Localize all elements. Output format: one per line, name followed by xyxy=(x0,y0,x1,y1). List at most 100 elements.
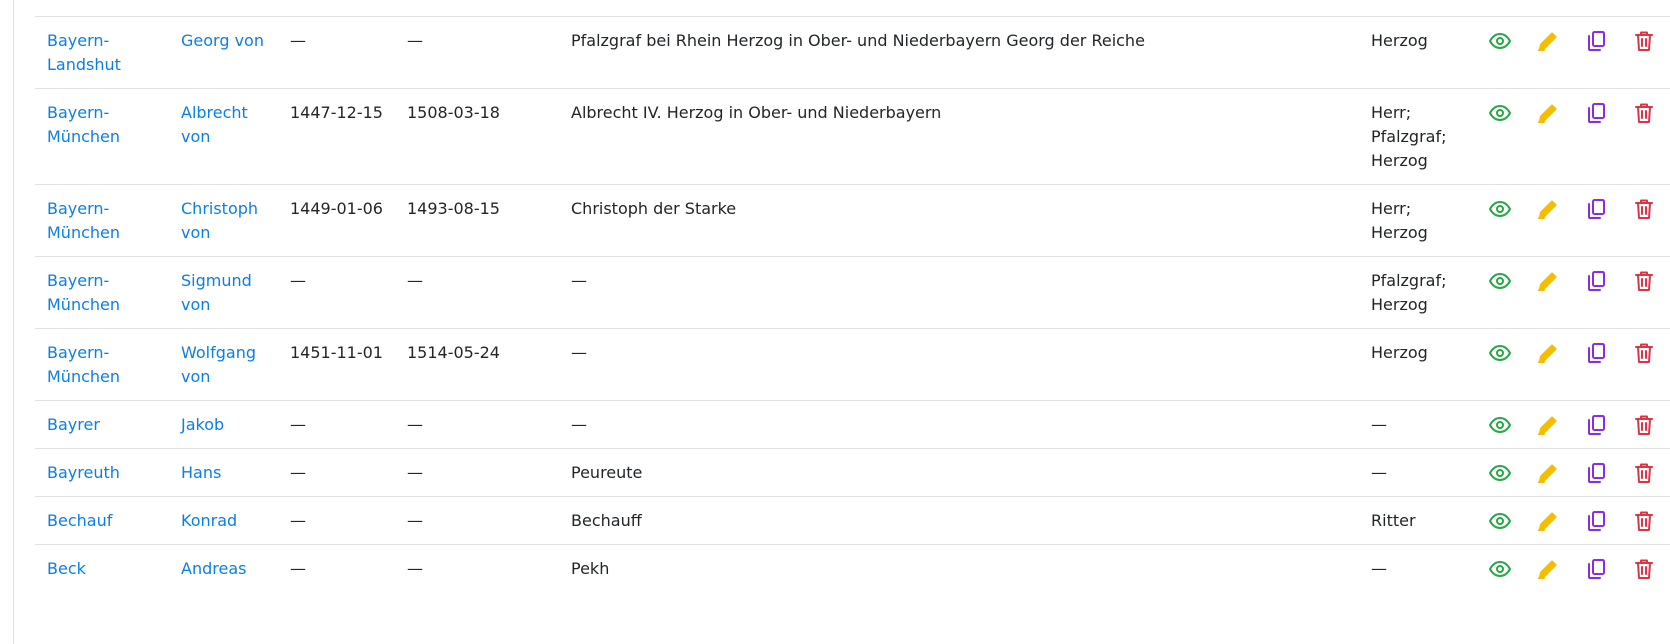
delete-button[interactable] xyxy=(1632,509,1656,533)
edit-button[interactable] xyxy=(1536,29,1560,53)
family-name-link[interactable]: Bayern-Landshut xyxy=(47,31,121,74)
edit-button[interactable] xyxy=(1536,197,1560,221)
title-cell-cell: Herr; Herzog xyxy=(1359,184,1476,257)
eye-icon xyxy=(1488,269,1512,293)
view-button[interactable] xyxy=(1488,101,1512,125)
title-cell: Herr; Pfalzgraf; Herzog xyxy=(1371,103,1447,170)
delete-button[interactable] xyxy=(1632,197,1656,221)
row-actions xyxy=(1476,256,1670,329)
delete-button[interactable] xyxy=(1632,101,1656,125)
copy-button[interactable] xyxy=(1584,29,1608,53)
given-name-link[interactable]: Jakob xyxy=(181,415,224,434)
pencil-icon xyxy=(1536,197,1560,221)
title-cell-cell: Herzog xyxy=(1359,16,1476,89)
family-name-link[interactable]: Bayern-München xyxy=(47,103,120,146)
view-button[interactable] xyxy=(1488,197,1512,221)
birth-date: 1447-12-15 xyxy=(290,103,383,122)
edit-button[interactable] xyxy=(1536,101,1560,125)
family-name-link[interactable]: Bayern-München xyxy=(47,199,120,242)
family-name-link-cell: Bayern-München xyxy=(35,88,169,185)
row-actions xyxy=(1476,184,1670,257)
name-variants: Pfalzgraf bei Rhein Herzog in Ober- und … xyxy=(571,31,1145,50)
title-cell-cell: Herzog xyxy=(1359,328,1476,401)
delete-button[interactable] xyxy=(1632,557,1656,581)
copy-button[interactable] xyxy=(1584,557,1608,581)
birth-date: — xyxy=(290,463,306,482)
copy-button[interactable] xyxy=(1584,197,1608,221)
given-name-link-cell: Georg von xyxy=(169,16,278,89)
given-name-link[interactable]: Andreas xyxy=(181,559,246,578)
name-variants-cell: Peureute xyxy=(559,448,1359,497)
pencil-icon xyxy=(1536,29,1560,53)
view-button[interactable] xyxy=(1488,269,1512,293)
edit-button[interactable] xyxy=(1536,509,1560,533)
edit-button[interactable] xyxy=(1536,557,1560,581)
delete-button[interactable] xyxy=(1632,461,1656,485)
edit-button[interactable] xyxy=(1536,461,1560,485)
row-actions xyxy=(1476,16,1670,89)
family-name-link[interactable]: Bechauf xyxy=(47,511,112,530)
family-name-link[interactable]: Bayrer xyxy=(47,415,100,434)
delete-button[interactable] xyxy=(1632,341,1656,365)
given-name-link[interactable]: Hans xyxy=(181,463,221,482)
birth-date-cell: — xyxy=(278,496,395,545)
family-name-link[interactable]: Beck xyxy=(47,559,86,578)
death-date-cell: — xyxy=(395,256,559,329)
birth-date-cell: — xyxy=(278,448,395,497)
view-button[interactable] xyxy=(1488,29,1512,53)
given-name-link[interactable]: Georg von xyxy=(181,31,264,50)
death-date: 1508-03-18 xyxy=(407,103,500,122)
eye-icon xyxy=(1488,557,1512,581)
death-date: — xyxy=(407,463,423,482)
family-name-link[interactable]: Bayern-München xyxy=(47,343,120,386)
row-actions xyxy=(1476,88,1670,185)
family-name-link-cell: Bayrer xyxy=(35,400,169,449)
copy-button[interactable] xyxy=(1584,461,1608,485)
birth-date: — xyxy=(290,511,306,530)
given-name-link-cell: Jakob xyxy=(169,400,278,449)
copy-button[interactable] xyxy=(1584,101,1608,125)
name-variants: Pekh xyxy=(571,559,610,578)
given-name-link[interactable]: Christoph von xyxy=(181,199,258,242)
edit-button[interactable] xyxy=(1536,413,1560,437)
delete-button[interactable] xyxy=(1632,269,1656,293)
name-variants-cell: — xyxy=(559,400,1359,449)
birth-date: — xyxy=(290,559,306,578)
given-name-link[interactable]: Konrad xyxy=(181,511,237,530)
view-button[interactable] xyxy=(1488,557,1512,581)
birth-date-cell: — xyxy=(278,544,395,592)
given-name-link[interactable]: Wolfgang von xyxy=(181,343,256,386)
copy-button[interactable] xyxy=(1584,509,1608,533)
birth-date: — xyxy=(290,415,306,434)
edit-button[interactable] xyxy=(1536,341,1560,365)
view-button[interactable] xyxy=(1488,461,1512,485)
edit-button[interactable] xyxy=(1536,269,1560,293)
family-name-link-cell: Bayern-München xyxy=(35,328,169,401)
death-date: — xyxy=(407,559,423,578)
eye-icon xyxy=(1488,29,1512,53)
copy-button[interactable] xyxy=(1584,269,1608,293)
view-button[interactable] xyxy=(1488,341,1512,365)
title-cell: Ritter xyxy=(1371,511,1416,530)
title-cell: Herzog xyxy=(1371,31,1428,50)
view-button[interactable] xyxy=(1488,509,1512,533)
copy-button[interactable] xyxy=(1584,341,1608,365)
given-name-link[interactable]: Albrecht von xyxy=(181,103,248,146)
copy-button[interactable] xyxy=(1584,413,1608,437)
copy-icon xyxy=(1584,557,1608,581)
family-name-link[interactable]: Bayern-München xyxy=(47,271,120,314)
page-border xyxy=(13,0,14,644)
given-name-link[interactable]: Sigmund von xyxy=(181,271,252,314)
view-button[interactable] xyxy=(1488,413,1512,437)
title-cell-cell: Ritter xyxy=(1359,496,1476,545)
name-variants-cell: Pekh xyxy=(559,544,1359,592)
delete-button[interactable] xyxy=(1632,413,1656,437)
copy-icon xyxy=(1584,197,1608,221)
trash-icon xyxy=(1632,341,1656,365)
persons-table-body: Bayern-Landshut Georg von — — Pfalzgraf bei … xyxy=(35,16,1670,592)
delete-button[interactable] xyxy=(1632,29,1656,53)
family-name-link[interactable]: Bayreuth xyxy=(47,463,120,482)
given-name-link-cell: Hans xyxy=(169,448,278,497)
row-actions xyxy=(1476,400,1670,449)
eye-icon xyxy=(1488,509,1512,533)
